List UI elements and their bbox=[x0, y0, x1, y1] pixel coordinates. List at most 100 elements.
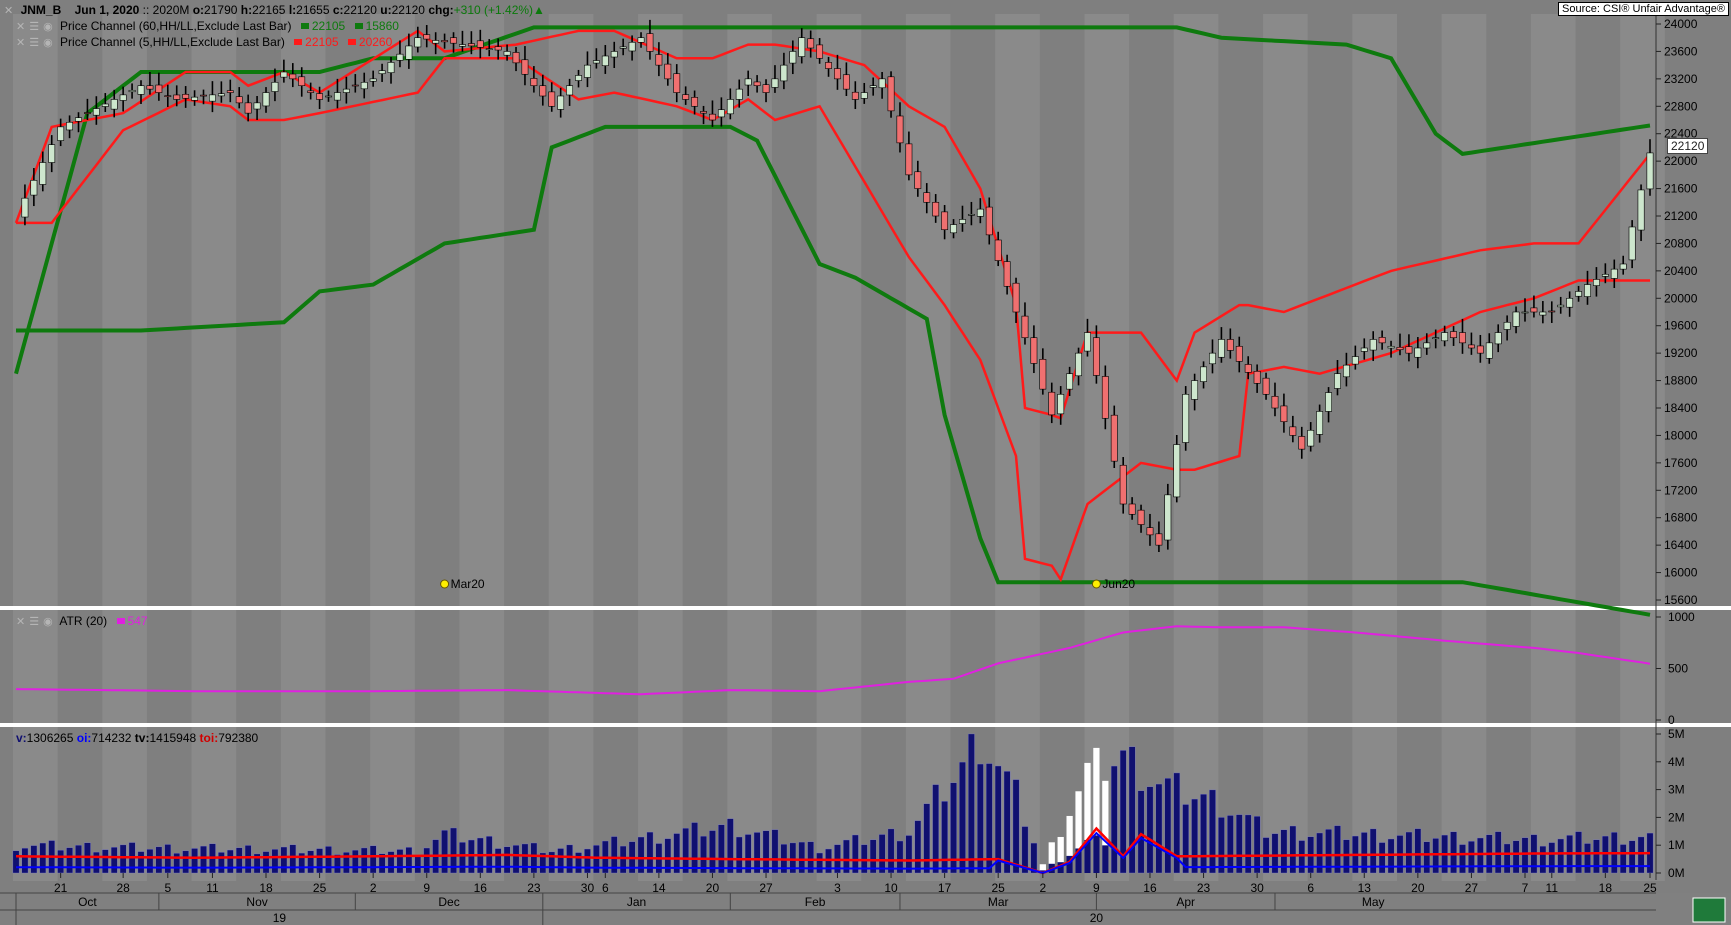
candle-body bbox=[1334, 373, 1341, 389]
volume-bar bbox=[914, 820, 922, 874]
candle-body bbox=[905, 143, 913, 176]
candle-body bbox=[1521, 311, 1529, 314]
candle-body bbox=[1155, 533, 1163, 546]
close-icon[interactable]: ✕ bbox=[16, 37, 25, 49]
menu-icon[interactable]: ☰ bbox=[29, 37, 39, 49]
week-stripe bbox=[1173, 14, 1219, 608]
y-tick-label: 1M bbox=[1668, 838, 1685, 852]
tv-value: 1415948 bbox=[149, 731, 197, 745]
y-tick-label: 20400 bbox=[1664, 264, 1698, 278]
contract-marker-label: Jun20 bbox=[1102, 577, 1135, 591]
volume-bar bbox=[1137, 790, 1145, 874]
volume-bar bbox=[119, 844, 127, 874]
volume-bar bbox=[1539, 845, 1547, 874]
week-stripe bbox=[1084, 607, 1130, 728]
week-stripe bbox=[370, 14, 415, 608]
week-stripe bbox=[1530, 607, 1576, 728]
candle-body bbox=[566, 85, 574, 96]
week-stripe bbox=[1620, 14, 1665, 608]
candle-body bbox=[1092, 337, 1100, 376]
eye-icon[interactable]: ◉ bbox=[43, 21, 53, 33]
candle-body bbox=[700, 111, 707, 114]
volume-bar bbox=[494, 848, 502, 874]
candle-body bbox=[325, 95, 332, 98]
candle-body bbox=[1048, 391, 1056, 416]
close-icon[interactable]: ✕ bbox=[16, 616, 25, 628]
y-tick-label: 2M bbox=[1668, 810, 1685, 824]
candle-body bbox=[164, 95, 172, 97]
candle-body bbox=[316, 93, 324, 100]
menu-icon[interactable]: ☰ bbox=[29, 616, 39, 628]
atr-legend[interactable]: ✕ ☰ ◉ ATR (20) 547 bbox=[16, 614, 148, 628]
volume-bar bbox=[1110, 765, 1118, 874]
y-tick-label: 17200 bbox=[1664, 483, 1698, 497]
week-stripe bbox=[459, 607, 505, 728]
legend-swatch bbox=[354, 23, 363, 30]
volume-bar bbox=[566, 844, 573, 874]
candle-body bbox=[1485, 342, 1493, 359]
volume-bar bbox=[682, 827, 689, 874]
volume-bar bbox=[244, 845, 252, 874]
pc60-label: Price Channel (60,HH/LL,Exclude Last Bar… bbox=[60, 19, 292, 33]
candle-body bbox=[548, 91, 556, 107]
candle-body bbox=[128, 89, 136, 93]
candle-body bbox=[1467, 344, 1475, 349]
candle-body bbox=[57, 126, 65, 141]
candle-body bbox=[985, 206, 993, 236]
candle-body bbox=[1146, 527, 1154, 536]
eye-icon[interactable]: ◉ bbox=[43, 37, 53, 49]
candle-body bbox=[1432, 337, 1440, 340]
volume-bar bbox=[271, 849, 279, 874]
candle-body bbox=[1307, 429, 1315, 447]
candle-body bbox=[342, 88, 350, 93]
toi-label: toi: bbox=[199, 731, 219, 745]
menu-icon[interactable]: ☰ bbox=[29, 21, 39, 33]
candle-body bbox=[1110, 414, 1118, 462]
candle-body bbox=[932, 201, 940, 217]
candle-body bbox=[744, 78, 752, 86]
volume-bar bbox=[691, 822, 698, 874]
volume-bar bbox=[360, 847, 368, 874]
candle-body bbox=[1405, 346, 1413, 354]
candle-body bbox=[575, 75, 582, 81]
candle-body bbox=[155, 84, 163, 93]
volume-bar bbox=[289, 844, 297, 874]
candle-body bbox=[825, 62, 832, 69]
volume-bar bbox=[1093, 835, 1100, 873]
y-tick-label: 19600 bbox=[1664, 319, 1698, 333]
candle-body bbox=[994, 239, 1002, 261]
candle-body bbox=[1119, 464, 1127, 505]
volume-bar bbox=[30, 845, 38, 874]
x-month-label: Dec bbox=[438, 895, 459, 909]
pc60-legend[interactable]: ✕ ☰ ◉ Price Channel (60,HH/LL,Exclude Last… bbox=[16, 19, 399, 33]
candle-body bbox=[503, 51, 511, 56]
volume-bar bbox=[262, 851, 270, 874]
y-tick-label: 17600 bbox=[1664, 456, 1698, 470]
candle-body bbox=[1289, 426, 1297, 436]
pc5-hi: 22105 bbox=[305, 35, 339, 49]
candle-body bbox=[1191, 380, 1199, 400]
eye-icon[interactable]: ◉ bbox=[43, 616, 53, 628]
candle-body bbox=[1217, 339, 1225, 358]
candle-body bbox=[1253, 371, 1261, 384]
volume-bar bbox=[1191, 798, 1198, 874]
pc5-legend[interactable]: ✕ ☰ ◉ Price Channel (5,HH/LL,Exclude Last … bbox=[16, 35, 392, 49]
open-label: o: bbox=[192, 3, 205, 17]
candle-body bbox=[1610, 268, 1618, 279]
candle-body bbox=[84, 112, 91, 114]
candle-body bbox=[976, 208, 984, 217]
volume-bar bbox=[1619, 844, 1627, 874]
close-icon[interactable]: ✕ bbox=[16, 21, 25, 33]
volume-bar bbox=[941, 801, 948, 874]
candle-body bbox=[959, 219, 966, 224]
volume-bar bbox=[235, 847, 243, 874]
volume-bar bbox=[1468, 841, 1475, 874]
candle-body bbox=[191, 96, 199, 101]
volume-bar bbox=[1253, 816, 1261, 874]
close-icon[interactable]: ✕ bbox=[4, 5, 13, 17]
week-stripe bbox=[727, 14, 772, 608]
quote-sep: :: bbox=[142, 3, 150, 17]
csi-logo bbox=[1692, 897, 1726, 923]
candle-body bbox=[896, 115, 904, 144]
candle-body bbox=[369, 78, 377, 82]
